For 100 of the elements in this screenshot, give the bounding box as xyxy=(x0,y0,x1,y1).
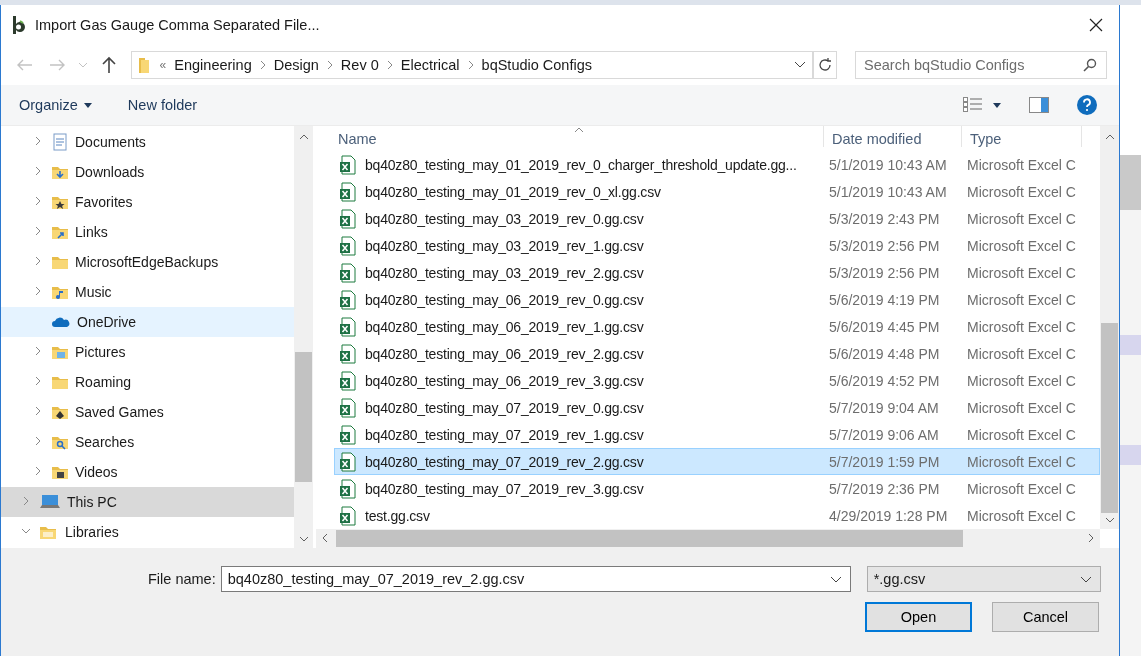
file-name-label: File name: xyxy=(148,571,216,587)
file-type: Microsoft Excel C xyxy=(966,480,1077,497)
nav-tree-item[interactable]: OneDrive xyxy=(1,307,294,337)
close-icon xyxy=(1089,18,1103,32)
file-row[interactable]: bq40z80_testing_may_03_2019_rev_1.gg.csv 5/3/2019 2:56 PM Microsoft Excel C xyxy=(334,232,1100,259)
date-modified: 4/29/2019 1:28 PM xyxy=(828,507,949,524)
chevron-right-icon xyxy=(467,60,474,70)
breadcrumb[interactable]: Electrical xyxy=(400,57,460,73)
column-header[interactable]: Name xyxy=(316,126,824,147)
sort-ascending-icon xyxy=(574,126,584,135)
file-name-field[interactable]: bq40z80_testing_may_07_2019_rev_2.gg.csv xyxy=(220,566,851,592)
file-type: Microsoft Excel C xyxy=(966,210,1077,227)
new-folder-button[interactable]: New folder xyxy=(127,97,198,113)
nav-tree-item[interactable]: Favorites xyxy=(1,187,294,217)
file-row[interactable]: bq40z80_testing_may_03_2019_rev_2.gg.csv 5/3/2019 2:56 PM Microsoft Excel C xyxy=(334,259,1100,286)
file-row[interactable]: bq40z80_testing_may_07_2019_rev_2.gg.csv 5/7/2019 1:59 PM Microsoft Excel C xyxy=(334,448,1100,475)
nav-tree-item[interactable]: Libraries xyxy=(1,517,294,547)
search-field[interactable]: Search bqStudio Configs xyxy=(855,51,1107,79)
window-title: Import Gas Gauge Comma Separated File... xyxy=(35,17,321,33)
date-modified: 5/3/2019 2:56 PM xyxy=(828,264,941,281)
file-row[interactable]: bq40z80_testing_may_07_2019_rev_3.gg.csv 5/7/2019 2:36 PM Microsoft Excel C xyxy=(334,475,1100,502)
chevron-down-icon xyxy=(77,62,88,68)
scroll-left-icon[interactable] xyxy=(322,532,328,545)
file-name: bq40z80_testing_may_06_2019_rev_1.gg.csv xyxy=(365,318,644,335)
file-row[interactable]: bq40z80_testing_may_06_2019_rev_1.gg.csv 5/6/2019 4:45 PM Microsoft Excel C xyxy=(334,313,1100,340)
file-name: bq40z80_testing_may_03_2019_rev_2.gg.csv xyxy=(365,264,644,281)
horizontal-scrollbar[interactable] xyxy=(316,529,1100,548)
nav-item-label: Pictures xyxy=(75,344,126,360)
organize-button[interactable]: Organize xyxy=(19,97,92,113)
breadcrumb[interactable]: bqStudio Configs xyxy=(481,57,592,73)
breadcrumb[interactable]: Rev 0 xyxy=(340,57,379,73)
date-modified: 5/6/2019 4:52 PM xyxy=(828,372,941,389)
spreadsheet-file-icon xyxy=(339,478,357,499)
scroll-right-icon[interactable] xyxy=(1088,532,1094,545)
file-type-dropdown[interactable]: *.gg.csv xyxy=(866,566,1101,592)
nav-tree-item[interactable]: Documents xyxy=(1,127,294,157)
dropdown-triangle-icon xyxy=(83,102,92,108)
overflow-marker[interactable]: « xyxy=(159,58,167,72)
nav-item-label: Videos xyxy=(75,464,118,480)
file-type: Microsoft Excel C xyxy=(966,399,1077,416)
file-name: bq40z80_testing_may_06_2019_rev_2.gg.csv xyxy=(365,345,644,362)
file-type: Microsoft Excel C xyxy=(966,345,1077,362)
date-modified: 5/3/2019 2:56 PM xyxy=(828,237,941,254)
scrollbar[interactable] xyxy=(294,126,313,548)
column-header[interactable]: Date modified xyxy=(824,126,962,147)
back-arrow-icon xyxy=(16,59,33,71)
nav-item-label: Music xyxy=(75,284,112,300)
file-row[interactable]: bq40z80_testing_may_06_2019_rev_0.gg.csv 5/6/2019 4:19 PM Microsoft Excel C xyxy=(334,286,1100,313)
file-name: bq40z80_testing_may_07_2019_rev_1.gg.csv xyxy=(365,426,644,443)
column-header[interactable]: Type xyxy=(962,126,1082,147)
nav-tree-item[interactable]: Roaming xyxy=(1,367,294,397)
scrollbar-thumb[interactable] xyxy=(336,530,963,547)
nav-tree-item[interactable]: Videos xyxy=(1,457,294,487)
file-row[interactable]: bq40z80_testing_may_01_2019_rev_0_charger_threshold_update.gg... 5/1/2019 10:43 AM Microsoft Excel C xyxy=(334,151,1100,178)
nav-item-label: Searches xyxy=(75,434,135,450)
file-row[interactable]: bq40z80_testing_may_01_2019_rev_0_xl.gg.csv 5/1/2019 10:43 AM Microsoft Excel C xyxy=(334,178,1100,205)
scrollbar[interactable] xyxy=(1100,126,1119,529)
file-name: bq40z80_testing_may_01_2019_rev_0_xl.gg.csv xyxy=(365,183,661,200)
file-row[interactable]: bq40z80_testing_may_03_2019_rev_0.gg.csv 5/3/2019 2:43 PM Microsoft Excel C xyxy=(334,205,1100,232)
scrollbar-thumb[interactable] xyxy=(295,352,312,482)
file-name: bq40z80_testing_may_07_2019_rev_3.gg.csv xyxy=(365,480,644,497)
up-arrow-icon xyxy=(101,56,116,74)
spreadsheet-file-icon xyxy=(339,370,357,391)
address-bar[interactable]: « Engineering Design Rev 0 Electrical bqStudio Configs xyxy=(130,51,814,79)
breadcrumb[interactable]: Engineering xyxy=(174,57,252,73)
breadcrumb[interactable]: Design xyxy=(273,57,319,73)
file-row[interactable]: bq40z80_testing_may_07_2019_rev_1.gg.csv 5/7/2019 9:06 AM Microsoft Excel C xyxy=(334,421,1100,448)
file-name: bq40z80_testing_may_06_2019_rev_0.gg.csv xyxy=(365,291,644,308)
file-name: test.gg.csv xyxy=(365,507,430,524)
nav-tree-item[interactable]: Saved Games xyxy=(1,397,294,427)
file-row[interactable]: bq40z80_testing_may_06_2019_rev_2.gg.csv 5/6/2019 4:48 PM Microsoft Excel C xyxy=(334,340,1100,367)
nav-tree-item[interactable]: Pictures xyxy=(1,337,294,367)
file-name: bq40z80_testing_may_07_2019_rev_0.gg.csv xyxy=(365,399,644,416)
file-type: Microsoft Excel C xyxy=(966,318,1077,335)
scrollbar-thumb[interactable] xyxy=(1101,322,1118,513)
nav-tree-item[interactable]: Downloads xyxy=(1,157,294,187)
file-row[interactable]: bq40z80_testing_may_06_2019_rev_3.gg.csv 5/6/2019 4:52 PM Microsoft Excel C xyxy=(334,367,1100,394)
chevron-right-icon xyxy=(259,60,266,70)
chevron-right-icon xyxy=(386,60,393,70)
spreadsheet-file-icon xyxy=(339,397,357,418)
file-row[interactable]: bq40z80_testing_may_07_2019_rev_0.gg.csv 5/7/2019 9:04 AM Microsoft Excel C xyxy=(334,394,1100,421)
refresh-button[interactable] xyxy=(813,51,837,79)
nav-item-label: Saved Games xyxy=(75,404,164,420)
nav-tree-item[interactable]: Searches xyxy=(1,427,294,457)
open-button[interactable]: Open xyxy=(865,602,972,632)
spreadsheet-file-icon xyxy=(339,505,357,526)
nav-tree-item[interactable]: Music xyxy=(1,277,294,307)
file-type: Microsoft Excel C xyxy=(966,156,1077,173)
file-name: bq40z80_testing_may_01_2019_rev_0_charger_threshold_update.gg... xyxy=(365,156,797,173)
cancel-button[interactable]: Cancel xyxy=(992,602,1099,632)
nav-tree-item[interactable]: MicrosoftEdgeBackups xyxy=(1,247,294,277)
date-modified: 5/7/2019 2:36 PM xyxy=(828,480,941,497)
file-type: Microsoft Excel C xyxy=(966,264,1077,281)
nav-tree-item[interactable]: This PC xyxy=(1,487,294,517)
nav-tree-item[interactable]: Links xyxy=(1,217,294,247)
date-modified: 5/1/2019 10:43 AM xyxy=(828,183,948,200)
chevron-down-icon xyxy=(1079,575,1092,583)
file-row[interactable]: test.gg.csv 4/29/2019 1:28 PM Microsoft Excel C xyxy=(334,502,1100,529)
file-name: bq40z80_testing_may_03_2019_rev_1.gg.csv xyxy=(365,237,644,254)
spreadsheet-file-icon xyxy=(339,262,357,283)
